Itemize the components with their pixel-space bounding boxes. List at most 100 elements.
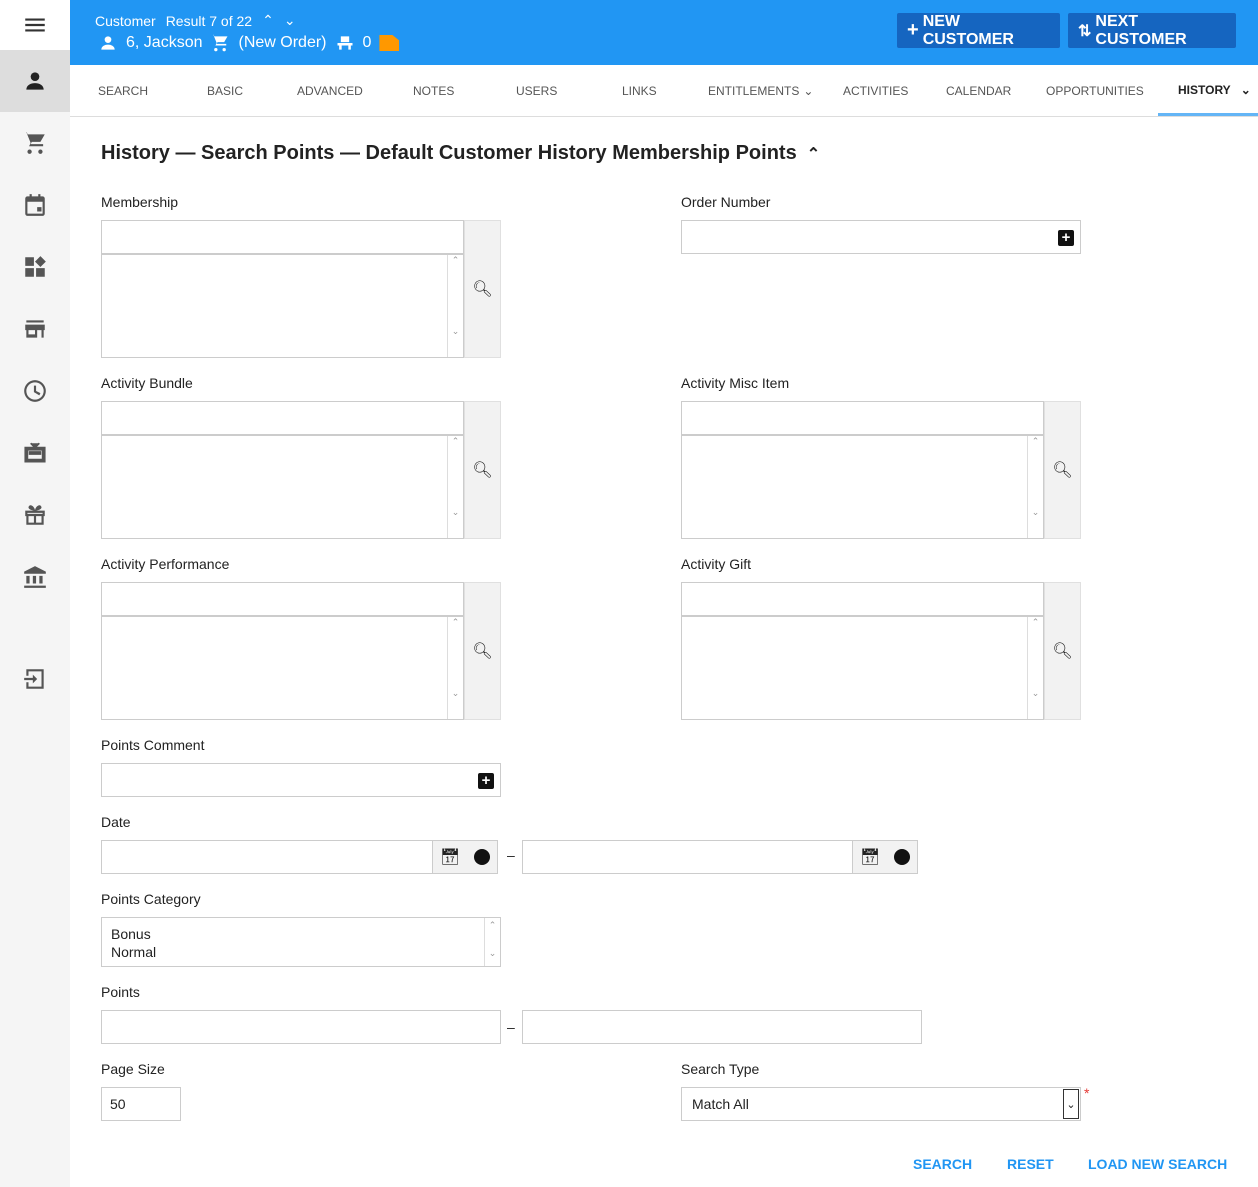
tab-notes[interactable]: NOTES (413, 66, 454, 116)
tab-basic[interactable]: BASIC (207, 66, 243, 116)
tab-activities[interactable]: ACTIVITIES (843, 66, 908, 116)
activity-performance-label: Activity Performance (101, 556, 230, 572)
chevron-down-icon: ⌄ (1240, 82, 1251, 97)
scrollbar[interactable]: ⌃ ⌄ (447, 255, 463, 357)
activity-performance-input[interactable] (101, 582, 464, 616)
tab-opportunities[interactable]: OPPORTUNITIES (1046, 66, 1144, 116)
scrollbar[interactable]: ⌃ ⌄ (447, 436, 463, 538)
cart-icon (211, 34, 228, 52)
add-icon[interactable]: + (478, 773, 494, 789)
load-new-search-button[interactable]: LOAD NEW SEARCH (1088, 1156, 1227, 1172)
page-size-label: Page Size (101, 1061, 165, 1077)
previous-result-icon[interactable]: ⌃ (262, 12, 274, 29)
date-label: Date (101, 814, 131, 830)
activity-bundle-search-button[interactable]: 🔍︎ (464, 401, 501, 539)
sidebar-item-store[interactable] (0, 298, 70, 360)
chevron-down-icon: ⌄ (803, 84, 814, 98)
scrollbar[interactable]: ⌃ ⌄ (1027, 436, 1043, 538)
menu-icon[interactable] (0, 0, 70, 50)
search-icon: 🔍︎ (472, 462, 493, 479)
points-from-input[interactable] (101, 1010, 501, 1044)
activity-misc-search-button[interactable]: 🔍︎ (1044, 401, 1081, 539)
note-icon[interactable] (379, 35, 400, 51)
points-category-label: Points Category (101, 891, 201, 907)
membership-list[interactable]: ⌃ ⌄ (101, 254, 464, 358)
person-icon (101, 36, 115, 50)
sidebar-item-institution[interactable] (0, 546, 70, 608)
seat-icon (337, 36, 352, 50)
activity-gift-search-button[interactable]: 🔍︎ (1044, 582, 1081, 720)
activity-performance-search-button[interactable]: 🔍︎ (464, 582, 501, 720)
order-status[interactable]: (New Order) (238, 34, 326, 52)
search-button[interactable]: SEARCH (913, 1156, 972, 1172)
search-type-select[interactable]: Match All ⌄ (681, 1087, 1081, 1121)
page-size-input[interactable]: 50 (101, 1087, 181, 1121)
order-number-input[interactable] (681, 220, 1081, 254)
date-from-input[interactable] (101, 840, 433, 874)
page-title: History — Search Points — Default Custom… (101, 142, 821, 164)
tab-bar: SEARCH BASIC ADVANCED NOTES USERS LINKS … (70, 66, 1258, 117)
sidebar-item-calendar[interactable] (0, 174, 70, 236)
sidebar-item-customer[interactable] (0, 50, 70, 112)
next-customer-button[interactable]: ⇅ NEXT CUSTOMER (1068, 13, 1236, 48)
date-to-input[interactable] (522, 840, 853, 874)
activity-misc-input[interactable] (681, 401, 1044, 435)
membership-search-button[interactable]: 🔍︎ (464, 220, 501, 358)
search-icon: 🔍︎ (1052, 643, 1073, 660)
tab-search[interactable]: SEARCH (98, 66, 148, 116)
next-result-icon[interactable]: ⌄ (284, 12, 296, 29)
scrollbar[interactable]: ⌃ ⌄ (1027, 617, 1043, 719)
add-icon[interactable]: + (1058, 230, 1074, 246)
points-to-input[interactable] (522, 1010, 922, 1044)
activity-gift-list[interactable]: ⌃ ⌄ (681, 616, 1044, 720)
customer-name[interactable]: 6, Jackson (126, 34, 202, 52)
sidebar-item-dashboard[interactable] (0, 236, 70, 298)
activity-misc-list[interactable]: ⌃ ⌄ (681, 435, 1044, 539)
sidebar-item-logout[interactable] (0, 648, 70, 710)
activity-misc-label: Activity Misc Item (681, 375, 790, 391)
order-number-label: Order Number (681, 194, 771, 210)
collapse-icon[interactable]: ⌃ (807, 144, 820, 164)
ticket-icon (24, 442, 46, 463)
activity-bundle-list[interactable]: ⌃ ⌄ (101, 435, 464, 539)
search-type-label: Search Type (681, 1061, 760, 1077)
scrollbar[interactable]: ⌃ ⌄ (484, 918, 500, 966)
sidebar (0, 0, 70, 1187)
points-range-dash: – (507, 1019, 515, 1035)
cart-icon (23, 132, 45, 154)
points-comment-label: Points Comment (101, 737, 205, 753)
tab-advanced[interactable]: ADVANCED (297, 66, 363, 116)
membership-input[interactable] (101, 220, 464, 254)
gift-icon (25, 505, 45, 525)
tab-users[interactable]: USERS (516, 66, 557, 116)
points-category-list[interactable]: Bonus Normal ⌃ ⌄ (101, 917, 501, 967)
points-comment-input[interactable] (101, 763, 501, 797)
tab-history[interactable]: HISTORY ⌄ (1158, 66, 1258, 116)
clock-icon (24, 380, 46, 402)
activity-gift-input[interactable] (681, 582, 1044, 616)
activity-performance-list[interactable]: ⌃ ⌄ (101, 616, 464, 720)
tab-links[interactable]: LINKS (622, 66, 657, 116)
sidebar-item-history[interactable] (0, 360, 70, 422)
list-item[interactable]: Bonus (111, 925, 491, 943)
search-icon: 🔍︎ (1052, 462, 1073, 479)
person-icon (26, 72, 44, 90)
activity-bundle-input[interactable] (101, 401, 464, 435)
calendar-icon[interactable]: 📅︎ (440, 847, 460, 867)
calendar-icon[interactable]: 📅︎ (860, 847, 880, 867)
list-item[interactable]: Normal (111, 943, 491, 961)
reset-button[interactable]: RESET (1007, 1156, 1054, 1172)
scrollbar[interactable]: ⌃ ⌄ (447, 617, 463, 719)
sidebar-item-gifts[interactable] (0, 484, 70, 546)
exit-icon (24, 669, 44, 689)
activity-bundle-selector: ⌃ ⌄ 🔍︎ (101, 401, 501, 539)
sidebar-item-tickets[interactable] (0, 422, 70, 484)
time-icon[interactable] (474, 849, 491, 865)
tab-calendar[interactable]: CALENDAR (946, 66, 1011, 116)
bank-icon (24, 566, 46, 588)
tab-entitlements[interactable]: ENTITLEMENTS ⌄ (708, 66, 813, 116)
sidebar-item-cart[interactable] (0, 112, 70, 174)
time-icon[interactable] (894, 849, 911, 865)
new-customer-button[interactable]: + NEW CUSTOMER (897, 13, 1060, 48)
result-counter: Result 7 of 22 (165, 12, 253, 29)
